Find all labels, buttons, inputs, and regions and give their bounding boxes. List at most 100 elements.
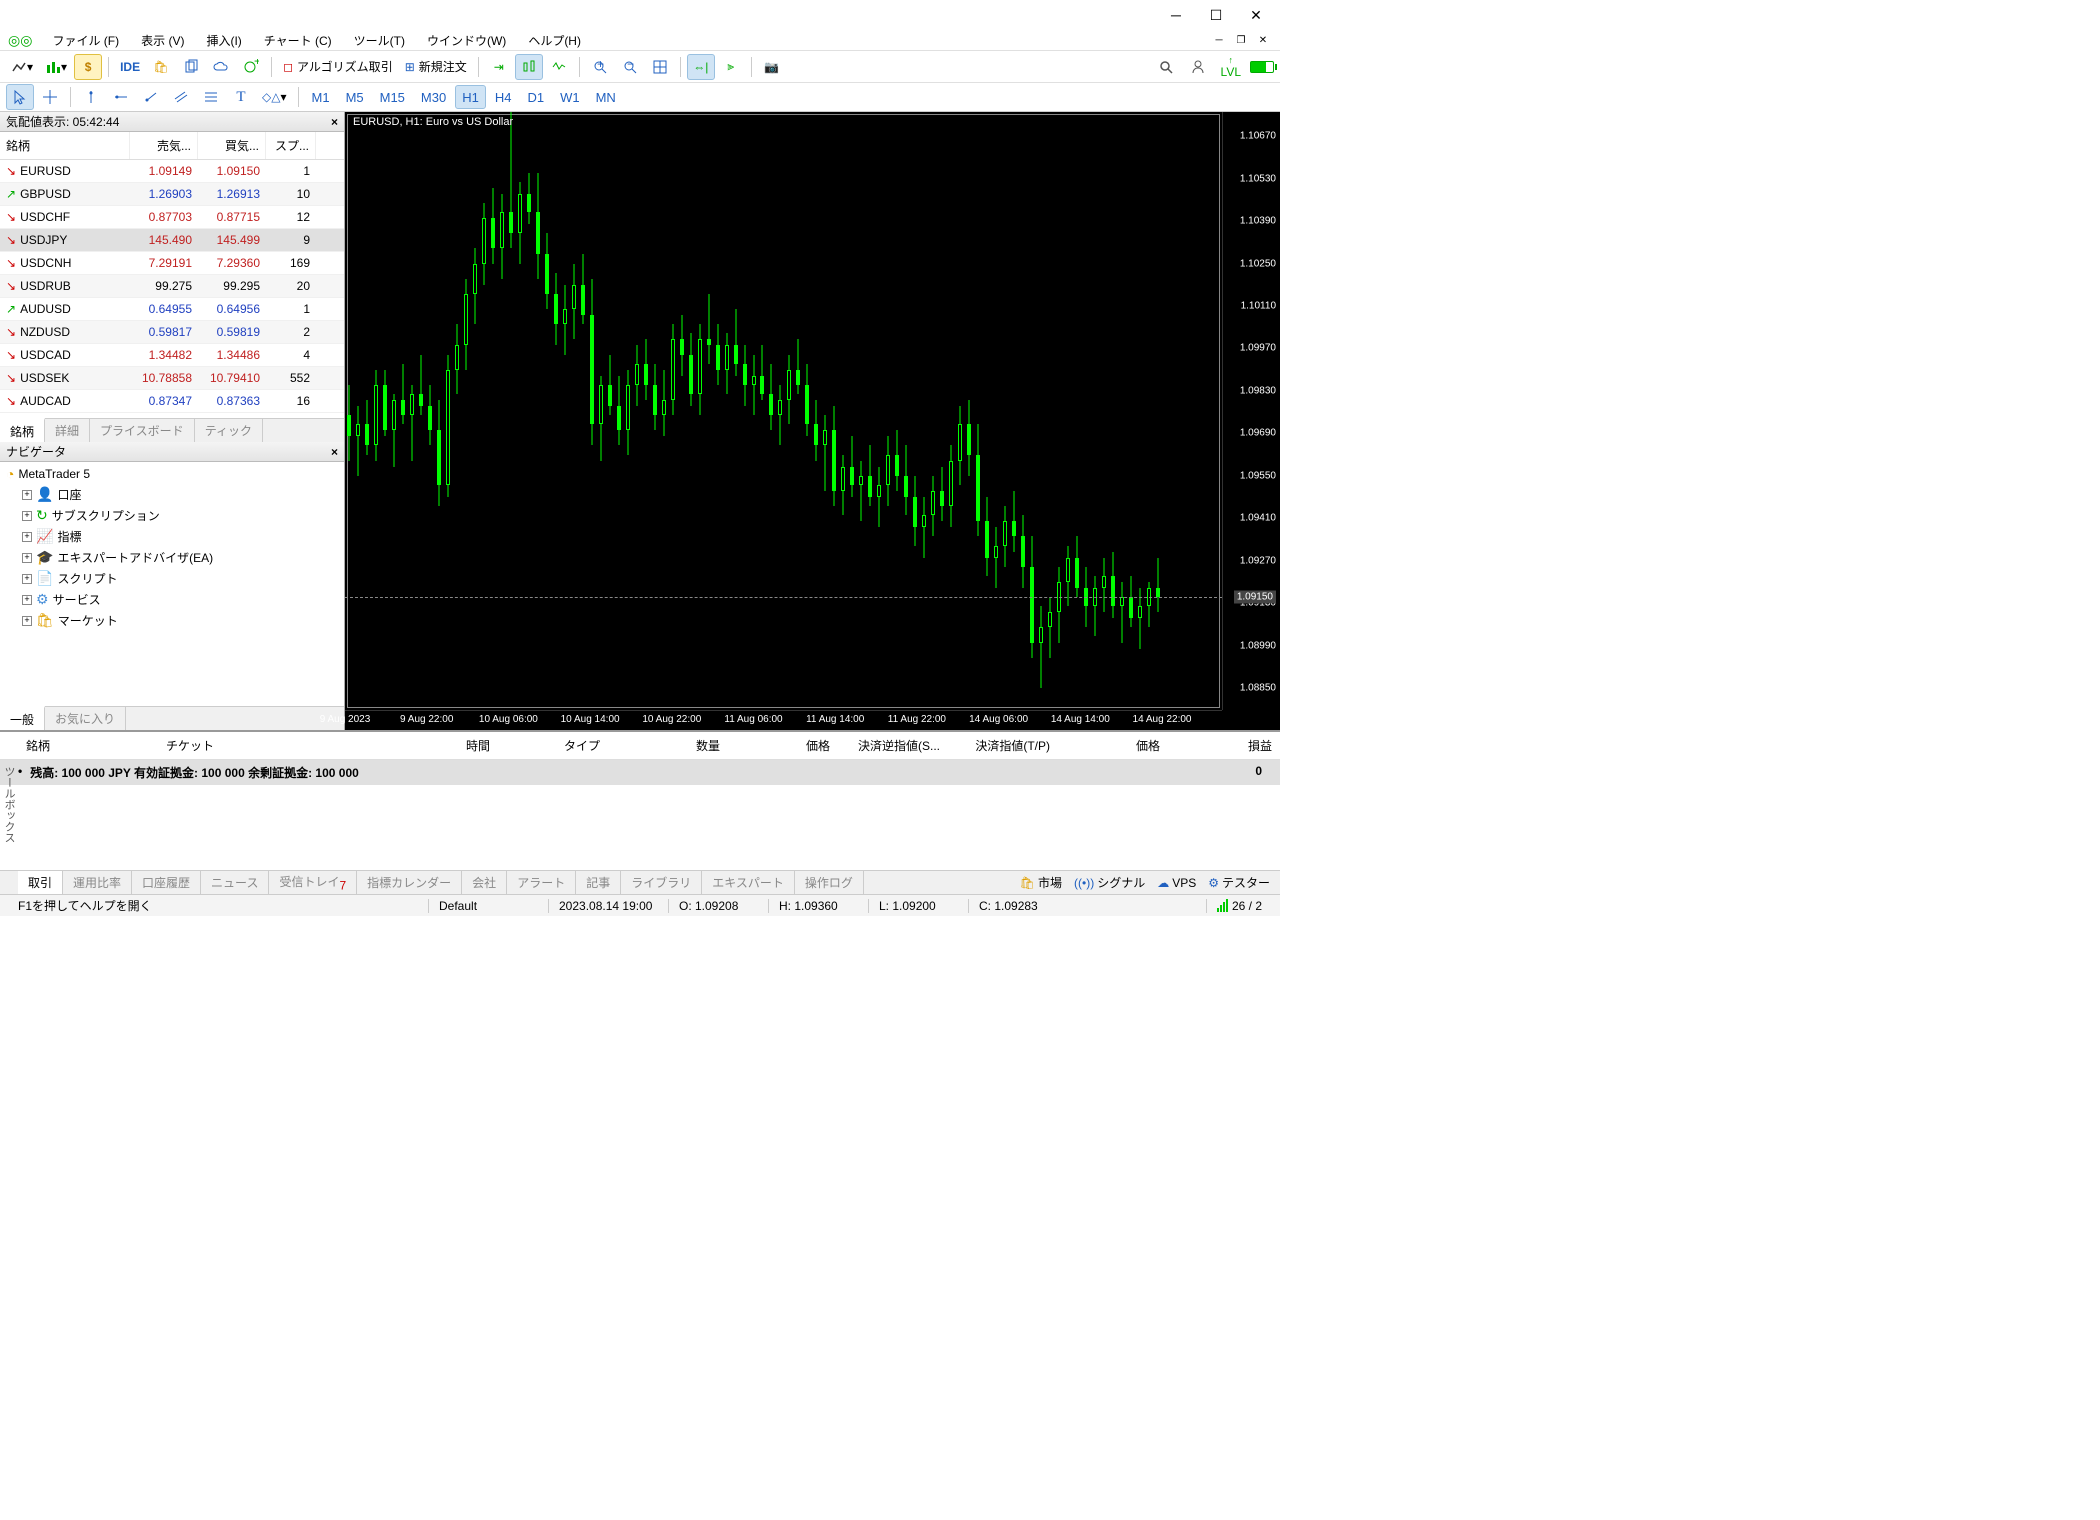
tbcol-ticket[interactable]: チケット: [158, 732, 378, 759]
tbcol-price[interactable]: 価格: [728, 732, 838, 759]
tb-tab-9[interactable]: ライブラリ: [621, 871, 702, 894]
crosshair-icon[interactable]: [36, 84, 64, 110]
tb-vps[interactable]: ☁ VPS: [1157, 876, 1196, 890]
timeframe-M5[interactable]: M5: [339, 85, 371, 109]
tbcol-price2[interactable]: 価格: [1058, 732, 1168, 759]
symbol-row-USDSEK[interactable]: ↘USDSEK10.7885810.79410552: [0, 367, 344, 390]
symbol-row-EURUSD[interactable]: ↘EURUSD1.091491.091501: [0, 160, 344, 183]
tb-tab-10[interactable]: エキスパート: [702, 871, 795, 894]
expand-icon[interactable]: +: [22, 532, 32, 542]
tb-signals[interactable]: ((•)) シグナル: [1074, 874, 1145, 891]
shapes-dropdown[interactable]: ◇△▾: [257, 84, 292, 110]
menu-chart[interactable]: チャート (C): [254, 30, 342, 51]
expand-icon[interactable]: +: [22, 616, 32, 626]
tb-tab-6[interactable]: 会社: [462, 871, 507, 894]
menu-help[interactable]: ヘルプ(H): [518, 30, 591, 51]
mw-tab-3[interactable]: ティック: [195, 419, 263, 442]
tb-tab-3[interactable]: ニュース: [201, 871, 269, 894]
tb-tab-0[interactable]: 取引: [18, 871, 63, 894]
candles-active-icon[interactable]: [515, 54, 543, 80]
bars-dropdown[interactable]: ▾: [40, 54, 72, 80]
tb-tab-7[interactable]: アラート: [507, 871, 576, 894]
timeframe-D1[interactable]: D1: [520, 85, 551, 109]
close-button[interactable]: ✕: [1236, 1, 1276, 29]
symbol-row-USDJPY[interactable]: ↘USDJPY145.490145.4999: [0, 229, 344, 252]
timeframe-MN[interactable]: MN: [589, 85, 623, 109]
market-bag-icon[interactable]: 🛍: [147, 54, 175, 80]
globe-plus-icon[interactable]: +: [237, 54, 265, 80]
symbol-row-USDCNH[interactable]: ↘USDCNH7.291917.29360169: [0, 252, 344, 275]
tb-tester[interactable]: ⚙ テスター: [1208, 874, 1270, 891]
symbol-row-AUDCAD[interactable]: ↘AUDCAD0.873470.8736316: [0, 390, 344, 413]
chart-area[interactable]: EURUSD, H1: Euro vs US Dollar 1.106701.1…: [345, 112, 1280, 730]
tb-tab-2[interactable]: 口座履歴: [132, 871, 201, 894]
col-symbol[interactable]: 銘柄: [0, 132, 130, 159]
tb-tab-8[interactable]: 記事: [576, 871, 621, 894]
expand-icon[interactable]: +: [22, 574, 32, 584]
shift-right-icon[interactable]: ⇥: [485, 54, 513, 80]
nav-item-6[interactable]: +🛍マーケット: [2, 610, 342, 631]
timeframe-M30[interactable]: M30: [414, 85, 453, 109]
symbol-row-NZDUSD[interactable]: ↘NZDUSD0.598170.598192: [0, 321, 344, 344]
zoom-out-icon[interactable]: −: [616, 54, 644, 80]
cursor-icon[interactable]: [6, 84, 34, 110]
timeframe-H4[interactable]: H4: [488, 85, 519, 109]
grid-icon[interactable]: [646, 54, 674, 80]
expand-icon[interactable]: +: [22, 511, 32, 521]
search-icon[interactable]: [1152, 54, 1180, 80]
window-close-icon[interactable]: ✕: [1254, 31, 1272, 49]
line-chart-dropdown[interactable]: ▾: [6, 54, 38, 80]
tbcol-type[interactable]: タイプ: [498, 732, 608, 759]
symbol-row-GBPUSD[interactable]: ↗GBPUSD1.269031.2691310: [0, 183, 344, 206]
tbcol-time[interactable]: 時間: [378, 732, 498, 759]
symbol-row-AUDUSD[interactable]: ↗AUDUSD0.649550.649561: [0, 298, 344, 321]
algo-trading-button[interactable]: ◻アルゴリズム取引: [278, 54, 398, 80]
symbol-row-USDCHF[interactable]: ↘USDCHF0.877030.8771512: [0, 206, 344, 229]
text-icon[interactable]: T: [227, 84, 255, 110]
account-icon[interactable]: [1184, 54, 1212, 80]
minimize-button[interactable]: ─: [1156, 1, 1196, 29]
menu-window[interactable]: ウインドウ(W): [417, 30, 516, 51]
timeframe-H1[interactable]: H1: [455, 85, 486, 109]
mw-tab-1[interactable]: 詳細: [45, 419, 90, 442]
tb-tab-4[interactable]: 受信トレイ7: [269, 870, 357, 895]
menu-file[interactable]: ファイル (F): [42, 30, 129, 51]
timeframe-M15[interactable]: M15: [373, 85, 412, 109]
col-ask[interactable]: 買気...: [198, 132, 266, 159]
nav-item-1[interactable]: +↻サブスクリプション: [2, 505, 342, 526]
symbol-row-USDRUB[interactable]: ↘USDRUB99.27599.29520: [0, 275, 344, 298]
menu-insert[interactable]: 挿入(I): [196, 30, 251, 51]
tb-tab-5[interactable]: 指標カレンダー: [357, 871, 462, 894]
channel-icon[interactable]: [167, 84, 195, 110]
ide-button[interactable]: IDE: [115, 54, 145, 80]
tb-tab-1[interactable]: 運用比率: [63, 871, 132, 894]
screenshot-icon[interactable]: 📷: [758, 54, 786, 80]
tbcol-symbol[interactable]: 銘柄: [18, 732, 158, 759]
zoom-in-icon[interactable]: +: [586, 54, 614, 80]
trendline-icon[interactable]: [137, 84, 165, 110]
nav-item-3[interactable]: +🎓エキスパートアドバイザ(EA): [2, 547, 342, 568]
tbcol-profit[interactable]: 損益: [1168, 732, 1280, 759]
fibo-icon[interactable]: [197, 84, 225, 110]
copy-icon[interactable]: [177, 54, 205, 80]
dollar-button[interactable]: $: [74, 54, 102, 80]
timeframe-M1[interactable]: M1: [305, 85, 337, 109]
col-spread[interactable]: スプ...: [266, 132, 316, 159]
tbcol-tp[interactable]: 決済指値(T/P): [948, 732, 1058, 759]
panel-close-icon[interactable]: ×: [331, 445, 338, 459]
panel-close-icon[interactable]: ×: [331, 115, 338, 129]
nav-tab-1[interactable]: お気に入り: [45, 707, 126, 730]
maximize-button[interactable]: ☐: [1196, 1, 1236, 29]
tbcol-sl[interactable]: 決済逆指値(S...: [838, 732, 948, 759]
menu-view[interactable]: 表示 (V): [131, 30, 194, 51]
vline-icon[interactable]: [77, 84, 105, 110]
menu-tool[interactable]: ツール(T): [344, 30, 415, 51]
symbol-row-USDCAD[interactable]: ↘USDCAD1.344821.344864: [0, 344, 344, 367]
mw-tab-2[interactable]: プライスボード: [90, 419, 195, 442]
mw-tab-0[interactable]: 銘柄: [0, 418, 45, 442]
expand-icon[interactable]: +: [22, 595, 32, 605]
nav-item-4[interactable]: +📄スクリプト: [2, 568, 342, 589]
window-min-icon[interactable]: ─: [1210, 31, 1228, 49]
expand-icon[interactable]: +: [22, 490, 32, 500]
nav-tab-0[interactable]: 一般: [0, 706, 45, 730]
